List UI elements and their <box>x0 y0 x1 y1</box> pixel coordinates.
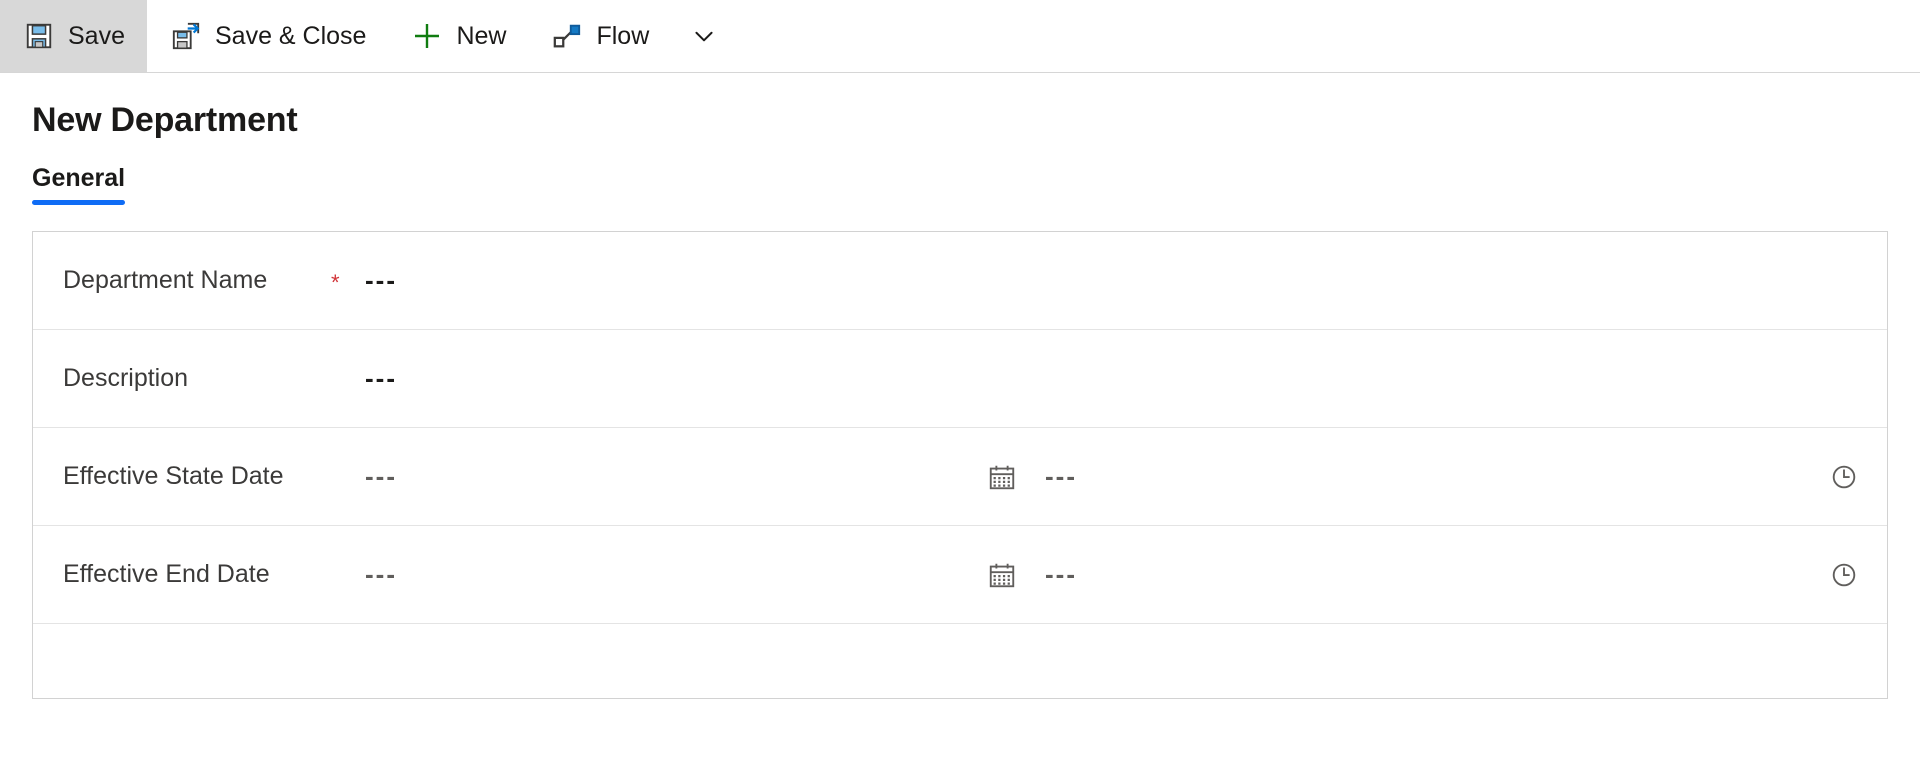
flow-button[interactable]: Flow <box>528 0 671 72</box>
field-label-department-name: Department Name <box>63 266 268 294</box>
page-title: New Department <box>32 101 298 139</box>
field-value-department-name[interactable]: --- <box>365 265 397 296</box>
save-and-close-button-label: Save & Close <box>214 21 367 50</box>
save-button-label: Save <box>68 21 125 50</box>
clock-icon[interactable] <box>1827 460 1861 494</box>
field-time-value-effective-end-date[interactable]: --- <box>1045 559 1605 590</box>
general-form-panel: Department Name * --- Description --- Ef… <box>32 231 1888 699</box>
field-value-effective-state-date[interactable]: --- <box>365 461 985 492</box>
plus-icon <box>410 19 444 53</box>
form-row-department-name: Department Name * --- <box>33 232 1887 330</box>
new-button[interactable]: New <box>388 0 528 72</box>
form-panel-filler <box>33 624 1887 698</box>
save-button[interactable]: Save <box>0 0 147 72</box>
chevron-down-icon <box>687 19 721 53</box>
save-floppy-icon <box>22 19 56 53</box>
command-bar: Save Save & Close New Flow <box>0 0 1920 73</box>
field-label-effective-end-date: Effective End Date <box>63 560 270 588</box>
calendar-icon[interactable] <box>985 460 1019 494</box>
tab-general-label: General <box>32 164 126 192</box>
save-and-close-button[interactable]: Save & Close <box>147 0 388 72</box>
field-label-effective-state-date: Effective State Date <box>63 462 284 490</box>
tab-strip: General <box>32 164 1920 205</box>
flow-icon <box>550 19 584 53</box>
calendar-icon[interactable] <box>985 558 1019 592</box>
tab-general[interactable]: General <box>32 164 126 205</box>
form-row-effective-end-date: Effective End Date --- --- <box>33 526 1887 624</box>
field-label-description: Description <box>63 364 189 392</box>
clock-icon[interactable] <box>1827 558 1861 592</box>
field-value-effective-end-date[interactable]: --- <box>365 559 985 590</box>
flow-button-label: Flow <box>596 21 650 50</box>
save-and-close-icon <box>169 19 203 53</box>
field-value-description[interactable]: --- <box>365 363 397 394</box>
field-time-value-effective-state-date[interactable]: --- <box>1045 461 1605 492</box>
command-bar-overflow-button[interactable] <box>671 0 737 72</box>
form-row-description: Description --- <box>33 330 1887 428</box>
form-row-effective-state-date: Effective State Date --- --- <box>33 428 1887 526</box>
required-asterisk: * <box>331 269 340 295</box>
new-button-label: New <box>456 21 507 50</box>
